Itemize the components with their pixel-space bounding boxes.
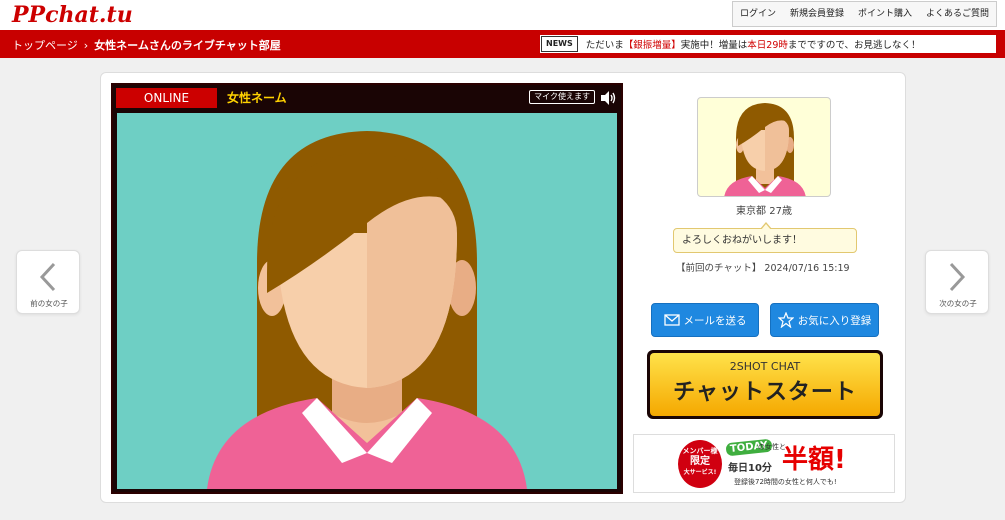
profile-avatar-image [724,103,806,196]
send-mail-button[interactable]: メールを送る [651,303,759,337]
nav-register[interactable]: 新規会員登録 [783,2,851,26]
video-stream [117,113,617,489]
banner-note: 登録後72時間の女性と何人でも! [734,478,837,486]
half-price-text: 半額! [782,445,846,475]
news-ticker[interactable]: NEWS ただいま【銀振増量】実施中！増量は本日29時までですので、お見逃しなく… [540,35,996,53]
next-girl-label: 次の女の子 [939,299,977,308]
performer-name: 女性ネーム [227,91,287,105]
daily-ten-minutes: 毎日10分 [728,463,772,474]
profile-thumbnail[interactable] [697,97,831,197]
add-favorite-label: お気に入り登録 [797,314,872,327]
woman-avatar-illustration [207,131,527,489]
chevron-right-icon [949,262,966,292]
nav-buy-points[interactable]: ポイント購入 [851,2,919,26]
mic-available-badge: マイク使えます [529,90,595,104]
news-label: NEWS [541,36,578,52]
video-header: ONLINE 女性ネーム マイク使えます [113,85,621,111]
location-age: 東京都 27歳 [736,206,792,217]
chevron-right-icon: › [83,39,89,52]
video-player[interactable]: ONLINE 女性ネーム マイク使えます [111,83,623,494]
member-limited-badge: メンバー様 限定 大サービス! [678,440,722,488]
half-price-banner[interactable]: メンバー様 限定 大サービス! TODAY の女性と 毎日10分 半額! 登録後… [633,434,895,493]
add-favorite-button[interactable]: お気に入り登録 [770,303,879,337]
prev-girl-button[interactable]: 前の女の子 [16,250,80,314]
send-mail-label: メールを送る [683,314,747,327]
chat-start-face: 2SHOT CHAT チャットスタート [650,353,880,416]
breadcrumb: トップページ › 女性ネームさんのライブチャット部屋 [12,37,281,53]
site-logo[interactable]: PPchat.tu [12,2,133,28]
news-text: ただいま【銀振増量】実施中！増量は本日29時までですので、お見逃しなく！ [585,40,921,51]
chat-start-button[interactable]: 2SHOT CHAT チャットスタート [647,350,883,419]
breadcrumb-current: 女性ネームさんのライブチャット部屋 [94,39,281,52]
chevron-left-icon [39,262,56,292]
prev-girl-label: 前の女の子 [30,299,68,308]
profile-message: よろしくおねがいします！ [673,222,857,253]
speaker-icon[interactable] [599,89,617,107]
next-girl-button[interactable]: 次の女の子 [925,250,989,314]
online-status-badge: ONLINE [116,88,217,108]
mail-icon [663,314,680,326]
breadcrumb-bar: トップページ › 女性ネームさんのライブチャット部屋 NEWS ただいま【銀振増量】… [0,30,1005,58]
star-icon [777,312,794,328]
chat-start-subtitle: 2SHOT CHAT [729,360,801,373]
chat-start-label: チャットスタート [673,380,857,405]
nav-login[interactable]: ログイン [733,2,783,26]
chat-room-panel: ONLINE 女性ネーム マイク使えます 東京都 27歳 よろしくおねがいします… [100,72,906,503]
last-chat-time: 【前回のチャット】 2024/07/16 15:19 [676,263,850,274]
top-nav: ログイン 新規会員登録 ポイント購入 よくあるご質問 [731,1,997,27]
top-bar: PPchat.tu ログイン 新規会員登録 ポイント購入 よくあるご質問 [0,0,1005,30]
nav-faq[interactable]: よくあるご質問 [919,2,996,26]
breadcrumb-home[interactable]: トップページ [12,39,78,52]
